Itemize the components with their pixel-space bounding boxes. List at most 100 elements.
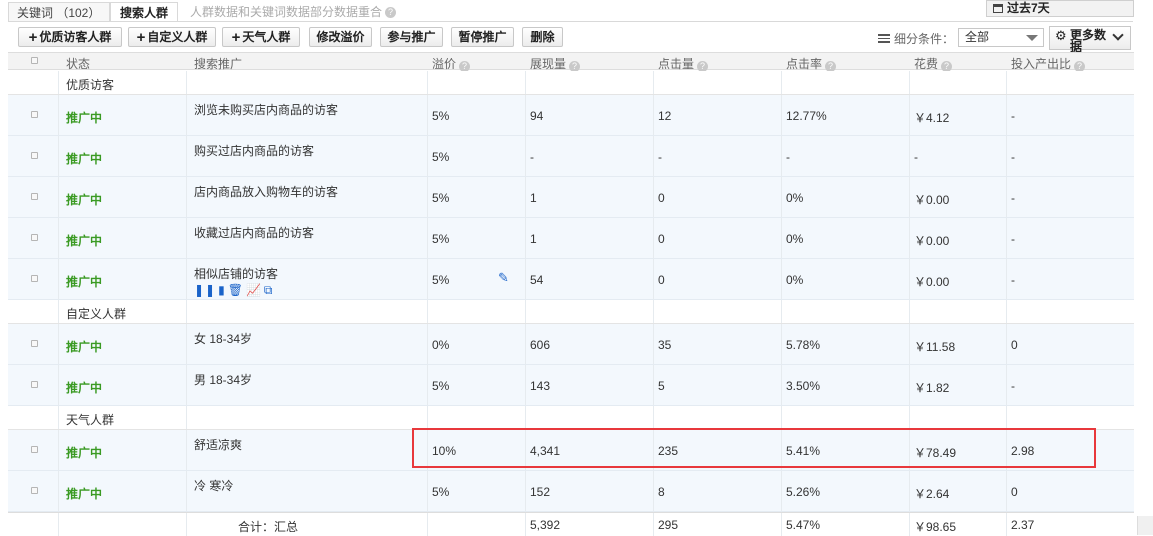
clicks-value: 35 bbox=[658, 338, 672, 352]
edit-premium-button[interactable]: 修改溢价 bbox=[309, 27, 372, 47]
column-header-impressions[interactable]: 展现量? bbox=[530, 55, 581, 72]
column-divider bbox=[525, 513, 526, 536]
plus-icon: + bbox=[136, 29, 146, 46]
row-checkbox[interactable] bbox=[31, 381, 38, 388]
delete-button[interactable]: 删除 bbox=[522, 27, 563, 47]
total-roi: 2.37 bbox=[1011, 518, 1035, 532]
column-header-cost[interactable]: 花费? bbox=[914, 55, 953, 72]
join-promotion-button[interactable]: 参与推广 bbox=[380, 27, 443, 47]
column-divider bbox=[58, 136, 59, 176]
pause-icon[interactable]: ❚❚ bbox=[194, 283, 216, 297]
crowd-name[interactable]: 舒适凉爽 bbox=[194, 436, 242, 453]
crowd-name[interactable]: 购买过店内商品的访客 bbox=[194, 142, 314, 159]
trend-icon[interactable]: 📈 bbox=[246, 283, 262, 297]
column-divider bbox=[1006, 300, 1007, 323]
add-custom-crowd-button[interactable]: + 自定义人群 bbox=[128, 27, 216, 47]
period-selector[interactable]: 过去7天 bbox=[986, 0, 1134, 17]
column-header-ctr[interactable]: 点击率? bbox=[786, 55, 837, 72]
ctr-value: 5.26% bbox=[786, 485, 821, 499]
ctr-value: 0% bbox=[786, 191, 804, 205]
column-divider bbox=[525, 218, 526, 258]
column-divider bbox=[781, 218, 782, 258]
question-icon[interactable]: ? bbox=[385, 7, 397, 19]
ctr-value: 0% bbox=[786, 273, 804, 287]
status-label: 推广中 bbox=[66, 234, 103, 248]
edit-premium-icon[interactable]: ✎ bbox=[498, 270, 509, 286]
cost-value: ￥4.12 bbox=[914, 111, 950, 125]
add-quality-crowd-button[interactable]: + 优质访客人群 bbox=[18, 27, 122, 47]
column-divider bbox=[525, 177, 526, 217]
premium-value: 5% bbox=[432, 191, 450, 205]
cost-value: - bbox=[914, 150, 918, 164]
table-row: 推广中 购买过店内商品的访客 5% - - - - - bbox=[8, 136, 1134, 177]
column-divider bbox=[653, 95, 654, 135]
roi-value: - bbox=[1011, 273, 1015, 287]
overlap-note-text: 人群数据和关键词数据部分数据重合 bbox=[190, 5, 383, 19]
crowd-name[interactable]: 浏览未购买店内商品的访客 bbox=[194, 101, 338, 118]
row-checkbox[interactable] bbox=[31, 487, 38, 494]
column-divider bbox=[58, 324, 59, 364]
column-header-premium[interactable]: 溢价? bbox=[432, 55, 471, 72]
delete-icon[interactable]: 🗑 bbox=[228, 283, 244, 297]
row-checkbox[interactable] bbox=[31, 446, 38, 453]
cost-value: ￥0.00 bbox=[914, 234, 950, 248]
column-divider bbox=[653, 365, 654, 405]
crowd-name[interactable]: 收藏过店内商品的访客 bbox=[194, 224, 314, 241]
crowd-name[interactable]: 冷 寒冷 bbox=[194, 477, 233, 494]
header-label: 溢价 bbox=[432, 57, 457, 71]
row-checkbox[interactable] bbox=[31, 234, 38, 241]
column-divider bbox=[525, 365, 526, 405]
pause-promotion-button[interactable]: 暂停推广 bbox=[451, 27, 514, 47]
button-label: 天气人群 bbox=[242, 30, 291, 44]
column-divider bbox=[781, 177, 782, 217]
crowd-name[interactable]: 店内商品放入购物车的访客 bbox=[194, 183, 338, 200]
column-divider bbox=[427, 95, 428, 135]
column-header-clicks[interactable]: 点击量? bbox=[658, 55, 709, 72]
tab-search-crowd[interactable]: 搜索人群 bbox=[110, 2, 178, 22]
row-checkbox[interactable] bbox=[31, 152, 38, 159]
column-divider bbox=[909, 136, 910, 176]
column-divider bbox=[58, 406, 59, 429]
column-divider bbox=[58, 218, 59, 258]
clicks-value: 0 bbox=[658, 191, 665, 205]
more-data-button[interactable]: ⚙ 更多数据 bbox=[1049, 26, 1131, 53]
roi-value: - bbox=[1011, 232, 1015, 246]
column-divider bbox=[186, 300, 187, 323]
column-divider bbox=[781, 365, 782, 405]
column-divider bbox=[1006, 177, 1007, 217]
column-divider bbox=[653, 300, 654, 323]
impressions-value: 1 bbox=[530, 232, 537, 246]
column-divider bbox=[525, 324, 526, 364]
crowd-name[interactable]: 相似店铺的访客 bbox=[194, 265, 278, 282]
column-divider bbox=[427, 365, 428, 405]
crowd-name[interactable]: 女 18-34岁 bbox=[194, 330, 252, 347]
column-divider bbox=[427, 300, 428, 323]
filter-select[interactable]: 全部 bbox=[958, 28, 1044, 47]
report-icon[interactable]: ▮ bbox=[218, 283, 226, 297]
column-header-roi[interactable]: 投入产出比? bbox=[1011, 55, 1086, 72]
column-divider bbox=[427, 513, 428, 536]
total-row: 合计：汇总 5,392 295 5.47% ￥98.65 2.37 bbox=[8, 512, 1134, 536]
column-divider bbox=[909, 365, 910, 405]
row-checkbox[interactable] bbox=[31, 193, 38, 200]
select-all-checkbox[interactable] bbox=[31, 57, 38, 64]
copy-icon[interactable]: ⧉ bbox=[264, 283, 274, 298]
add-weather-crowd-button[interactable]: + 天气人群 bbox=[222, 27, 300, 47]
row-checkbox[interactable] bbox=[31, 275, 38, 282]
table-row: 推广中 冷 寒冷 5% 152 8 5.26% ￥2.64 0 bbox=[8, 471, 1134, 512]
crowd-name[interactable]: 男 18-34岁 bbox=[194, 371, 252, 388]
row-checkbox[interactable] bbox=[31, 340, 38, 347]
premium-value: 5% bbox=[432, 485, 450, 499]
column-divider bbox=[186, 471, 187, 511]
column-divider bbox=[525, 259, 526, 299]
impressions-value: 1 bbox=[530, 191, 537, 205]
impressions-value: 606 bbox=[530, 338, 551, 352]
tab-keywords[interactable]: 关键词 （102） bbox=[8, 2, 110, 22]
column-divider bbox=[1006, 365, 1007, 405]
clicks-value: - bbox=[658, 150, 662, 164]
filter-label-text: 细分条件： bbox=[894, 32, 955, 46]
button-label: 自定义人群 bbox=[147, 30, 208, 44]
row-checkbox[interactable] bbox=[31, 111, 38, 118]
scrollbar[interactable] bbox=[1137, 516, 1153, 535]
column-divider bbox=[58, 471, 59, 511]
